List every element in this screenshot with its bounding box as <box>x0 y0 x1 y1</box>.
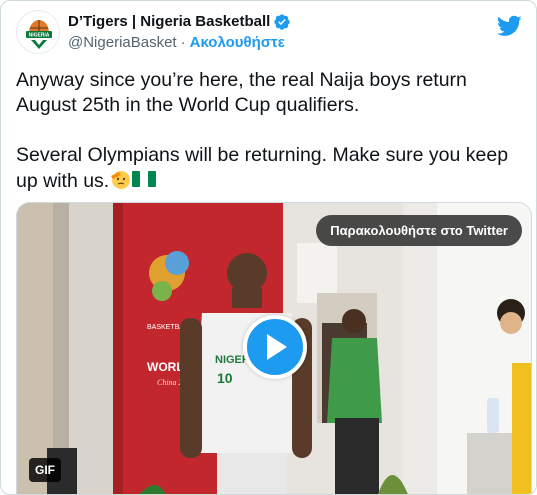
tweet-header: NIGERIA D’Tigers | Nigeria Basketball @N… <box>16 10 291 54</box>
tweet-paragraph-1: Anyway since you’re here, the real Naija… <box>16 69 467 116</box>
tweet-paragraph-2-wrapper: Several Olympians will be returning. Mak… <box>16 143 526 194</box>
jersey-number: 10 <box>217 370 233 386</box>
tweet-text: Anyway since you’re here, the real Naija… <box>16 68 526 219</box>
nigeria-flag-emoji <box>132 171 157 187</box>
author-display-name[interactable]: D’Tigers | Nigeria Basketball <box>68 13 270 30</box>
nigeria-basketball-logo-icon: NIGERIA <box>17 11 59 53</box>
separator-dot: · <box>180 34 186 51</box>
saluting-face-emoji <box>111 171 131 189</box>
tweet-card[interactable]: NIGERIA D’Tigers | Nigeria Basketball @N… <box>0 0 537 495</box>
watch-on-twitter-button[interactable]: Παρακολουθήστε στο Twitter <box>316 215 522 246</box>
gif-badge: GIF <box>29 458 61 482</box>
verified-badge-icon <box>274 13 291 30</box>
tweet-media-gif[interactable]: BASKETBALL WORLD CUP China 2019 NIGERIA … <box>16 202 532 494</box>
author-info: D’Tigers | Nigeria Basketball @NigeriaBa… <box>68 12 291 53</box>
author-handle[interactable]: @NigeriaBasket <box>68 34 177 51</box>
play-icon <box>267 334 287 360</box>
follow-button[interactable]: Ακολουθήστε <box>190 34 285 51</box>
twitter-logo-icon[interactable] <box>497 13 522 38</box>
avatar[interactable]: NIGERIA <box>16 10 60 54</box>
tweet-paragraph-2: Several Olympians will be returning. Mak… <box>16 144 509 192</box>
play-button[interactable] <box>243 315 307 379</box>
avatar-text: NIGERIA <box>29 33 50 39</box>
